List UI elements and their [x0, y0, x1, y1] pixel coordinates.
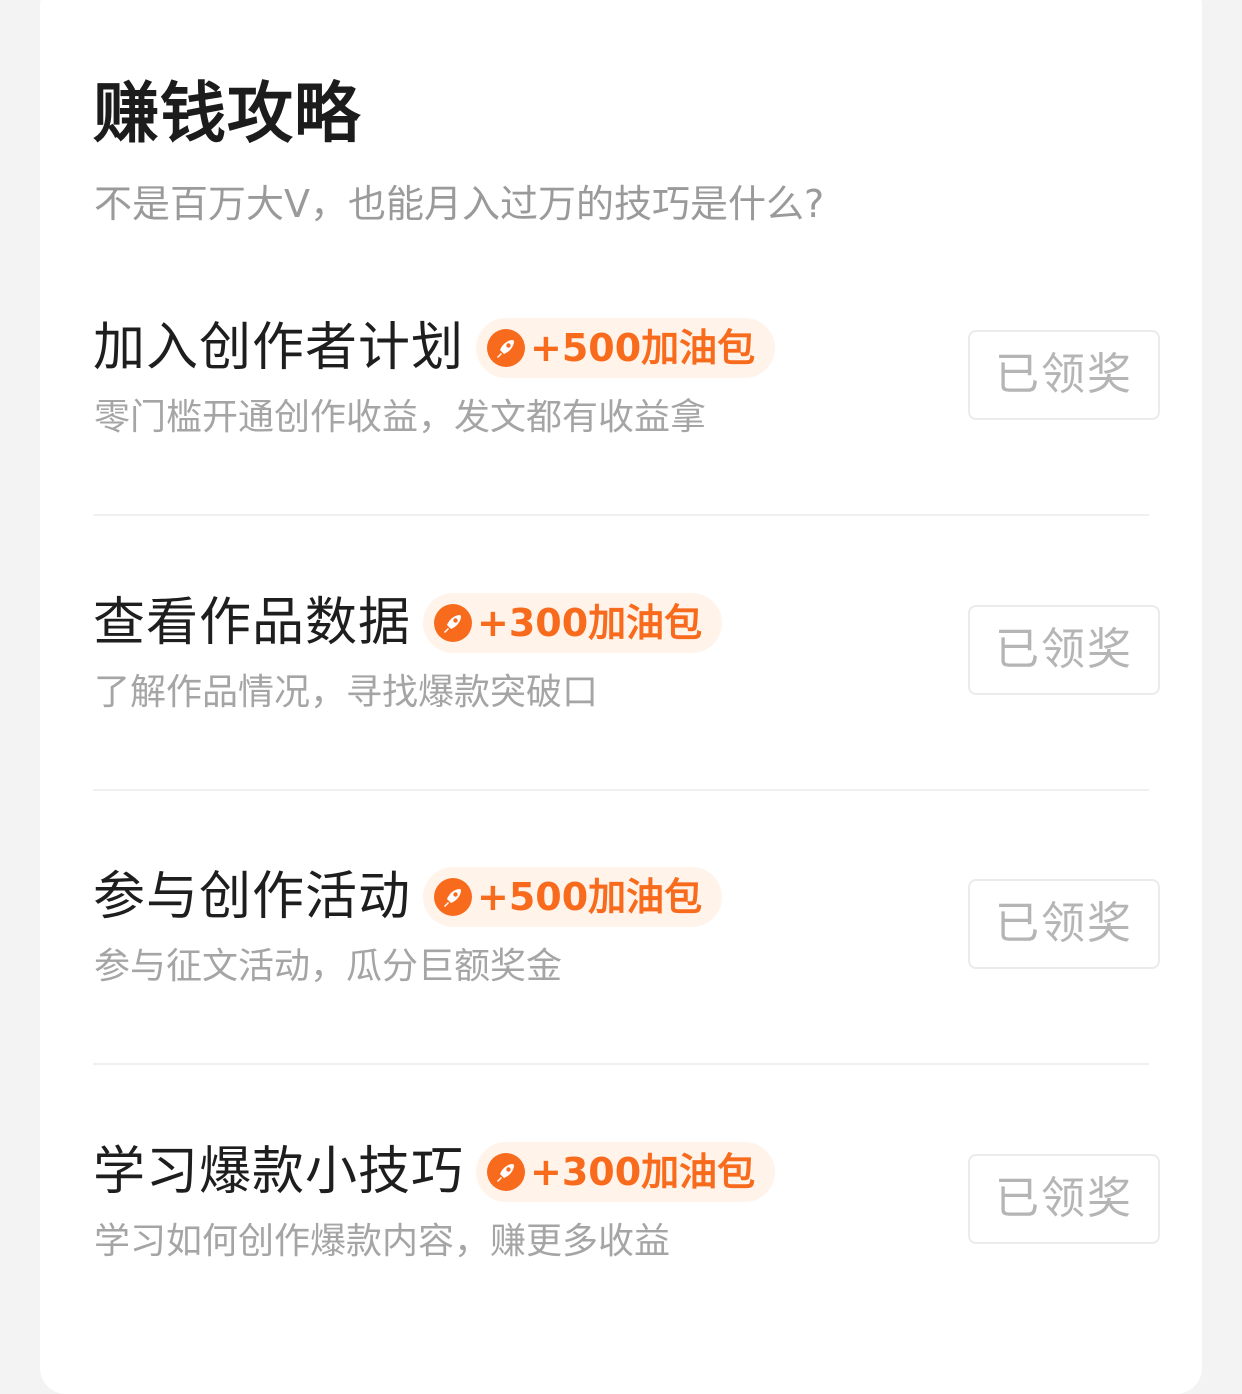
task-title: 加入创作者计划: [93, 318, 465, 378]
task-head: 学习爆款小技巧 +300加油包: [93, 1140, 776, 1204]
task-item-creative-activity[interactable]: 参与创作活动 +500加油包 参与征文活动，瓜分巨额奖金 已领奖: [93, 865, 1163, 1005]
rocket-icon: [487, 329, 526, 367]
divider: [93, 1063, 1149, 1065]
task-head: 查看作品数据 +300加油包: [93, 591, 723, 655]
task-item-creator-plan[interactable]: 加入创作者计划 +500加油包 零门槛开通创作收益，发文都有收益拿 已领奖: [93, 316, 1163, 456]
divider: [93, 789, 1149, 791]
rocket-icon: [487, 1153, 526, 1191]
claimed-button[interactable]: 已领奖: [968, 879, 1160, 969]
claimed-button[interactable]: 已领奖: [968, 330, 1160, 420]
rocket-icon: [434, 878, 473, 916]
reward-amount: +300加油包: [477, 601, 703, 645]
reward-amount: +500加油包: [477, 875, 703, 919]
reward-badge: +300加油包: [476, 1142, 776, 1202]
task-description: 零门槛开通创作收益，发文都有收益拿: [94, 397, 707, 438]
task-description: 了解作品情况，寻找爆款突破口: [94, 672, 599, 713]
task-description: 学习如何创作爆款内容，赚更多收益: [94, 1221, 671, 1262]
section-subtitle: 不是百万大V，也能月入过万的技巧是什么?: [94, 182, 825, 226]
reward-badge: +300加油包: [423, 593, 723, 653]
task-head: 参与创作活动 +500加油包: [93, 865, 723, 929]
divider: [93, 514, 1149, 516]
task-item-viral-tips[interactable]: 学习爆款小技巧 +300加油包 学习如何创作爆款内容，赚更多收益 已领奖: [93, 1140, 1163, 1280]
rocket-icon: [434, 604, 473, 642]
task-title: 学习爆款小技巧: [93, 1142, 465, 1202]
claimed-button[interactable]: 已领奖: [968, 1154, 1160, 1244]
reward-badge: +500加油包: [476, 318, 776, 378]
task-description: 参与征文活动，瓜分巨额奖金: [94, 946, 563, 987]
claimed-button[interactable]: 已领奖: [968, 605, 1160, 695]
task-title: 查看作品数据: [93, 593, 412, 653]
task-item-view-data[interactable]: 查看作品数据 +300加油包 了解作品情况，寻找爆款突破口 已领奖: [93, 591, 1163, 731]
reward-amount: +300加油包: [530, 1150, 756, 1194]
reward-amount: +500加油包: [530, 326, 756, 370]
task-title: 参与创作活动: [93, 867, 412, 927]
task-head: 加入创作者计划 +500加油包: [93, 316, 776, 380]
section-title: 赚钱攻略: [93, 75, 361, 152]
reward-badge: +500加油包: [423, 867, 723, 927]
